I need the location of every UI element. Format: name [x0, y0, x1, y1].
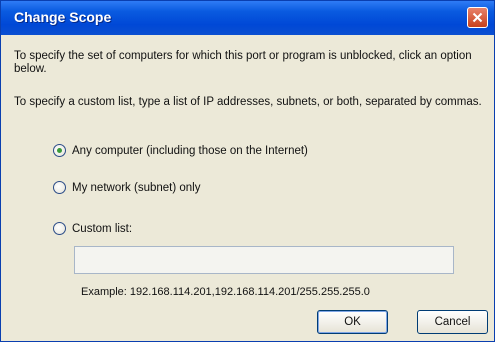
radio-any-computer[interactable]: Any computer (including those on the Int… [53, 144, 308, 157]
ok-button[interactable]: OK [317, 310, 388, 334]
dialog-content: To specify the set of computers for whic… [1, 35, 494, 341]
close-button[interactable] [467, 7, 488, 28]
dialog-title: Change Scope [14, 9, 112, 25]
radio-button[interactable] [53, 222, 66, 235]
radio-label-my-network: My network (subnet) only [72, 181, 201, 194]
radio-label-any-computer: Any computer (including those on the Int… [72, 144, 308, 157]
change-scope-dialog: Change Scope To specify the set of compu… [0, 0, 495, 342]
title-bar[interactable]: Change Scope [1, 1, 494, 35]
radio-button-selected[interactable] [53, 144, 66, 157]
example-text: Example: 192.168.114.201,192.168.114.201… [81, 286, 370, 298]
radio-custom-list[interactable]: Custom list: [53, 222, 132, 235]
instruction-text-2: To specify a custom list, type a list of… [14, 96, 482, 108]
cancel-button[interactable]: Cancel [417, 310, 488, 334]
radio-button[interactable] [53, 181, 66, 194]
radio-label-custom-list: Custom list: [72, 222, 133, 235]
close-icon [472, 12, 483, 23]
custom-list-input[interactable] [74, 246, 454, 274]
radio-my-network[interactable]: My network (subnet) only [53, 181, 200, 194]
instruction-text-1: To specify the set of computers for whic… [14, 50, 472, 75]
